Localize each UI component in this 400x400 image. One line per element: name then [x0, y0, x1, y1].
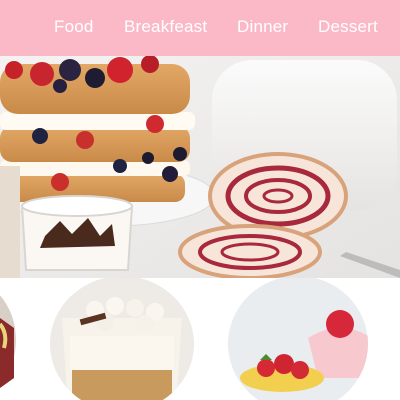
thumbnail-strawberry-dessert [228, 278, 368, 400]
top-navbar: Food Breakfeast Dinner Dessert [0, 0, 400, 56]
nav-item-breakfeast[interactable]: Breakfeast [124, 17, 207, 37]
nav-item-dinner[interactable]: Dinner [237, 17, 288, 37]
hero-image [0, 56, 400, 278]
nav-item-food[interactable]: Food [54, 17, 94, 37]
thumbnail-row [0, 278, 400, 400]
thumbnail-dessert-cup-partial [0, 295, 16, 388]
nav-item-dessert[interactable]: Dessert [318, 17, 378, 37]
thumbnail-strip [0, 278, 368, 400]
thumbnail-marshmallow-trifle [50, 278, 194, 400]
hero-illustration [0, 56, 400, 278]
